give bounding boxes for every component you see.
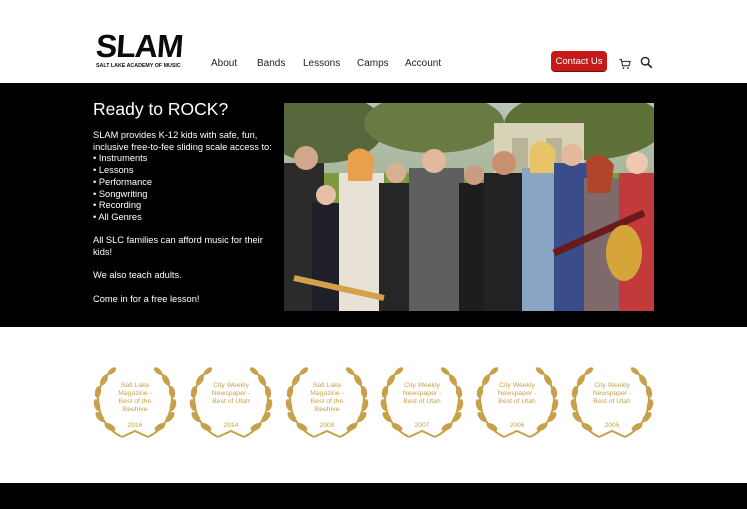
award-laurel: City Weekly Newspaper - Best of Utah 200…	[474, 365, 560, 445]
awards-section: Salt Lake Magazine - Best of the Beehive…	[0, 327, 747, 483]
cart-icon[interactable]	[619, 57, 631, 69]
award-text: City Weekly Newspaper - Best of Utah	[211, 382, 251, 405]
nav-lessons[interactable]: Lessons	[303, 58, 340, 69]
site-footer	[0, 483, 747, 509]
hero-families-line: All SLC families can afford music for th…	[93, 235, 263, 258]
hero-title: Ready to ROCK?	[93, 99, 229, 119]
hero-section: Ready to ROCK? SLAM provides K-12 kids w…	[0, 83, 747, 327]
logo-mark: SLAM	[94, 28, 184, 64]
award-year: 2005	[604, 422, 620, 429]
award-year: 2009	[319, 422, 335, 429]
award-text: Salt Lake Magazine - Best of the Beehive	[310, 382, 344, 413]
hero-photo	[284, 103, 654, 311]
award-year: 2016	[127, 422, 143, 429]
award-laurel: City Weekly Newspaper - Best of Utah 200…	[569, 365, 655, 445]
hero-cta-line: Come in for a free lesson!	[93, 293, 200, 304]
award-year: 2006	[509, 422, 525, 429]
hero-bullet: • Instruments	[93, 153, 148, 164]
hero-body: SLAM provides K-12 kids with safe, fun, …	[93, 130, 283, 306]
search-icon[interactable]	[640, 56, 653, 69]
award-text: City Weekly Newspaper - Best of Utah	[592, 382, 632, 405]
award-laurel: Salt Lake Magazine - Best of the Beehive…	[92, 365, 178, 445]
nav-about[interactable]: About	[211, 58, 237, 69]
hero-bullet: • All Genres	[93, 211, 142, 222]
award-laurel: City Weekly Newspaper - Best of Utah 201…	[188, 365, 274, 445]
hero-bullet: • Recording	[93, 200, 142, 211]
contact-us-button[interactable]: Contact Us	[551, 51, 607, 71]
hero-intro: SLAM provides K-12 kids with safe, fun, …	[93, 130, 272, 152]
award-year: 2007	[414, 422, 430, 429]
hero-bullet: • Lessons	[93, 165, 134, 176]
nav-camps[interactable]: Camps	[357, 58, 389, 69]
award-laurel: City Weekly Newspaper - Best of Utah 200…	[379, 365, 465, 445]
slam-logo[interactable]: SLAM SALT LAKE ACADEMY OF MUSIC	[94, 28, 191, 72]
award-text: City Weekly Newspaper - Best of Utah	[402, 382, 442, 405]
nav-account[interactable]: Account	[405, 58, 441, 69]
hero-bullet: • Songwriting	[93, 188, 148, 199]
hero-adults-line: We also teach adults.	[93, 270, 182, 281]
award-text: City Weekly Newspaper - Best of Utah	[497, 382, 537, 405]
site-header: SLAM SALT LAKE ACADEMY OF MUSIC About Ba…	[0, 0, 747, 83]
award-text: Salt Lake Magazine - Best of the Beehive	[118, 382, 152, 413]
hero-bullet: • Performance	[93, 176, 153, 187]
nav-bands[interactable]: Bands	[257, 58, 285, 69]
award-laurel: Salt Lake Magazine - Best of the Beehive…	[284, 365, 370, 445]
award-year: 2014	[223, 422, 239, 429]
